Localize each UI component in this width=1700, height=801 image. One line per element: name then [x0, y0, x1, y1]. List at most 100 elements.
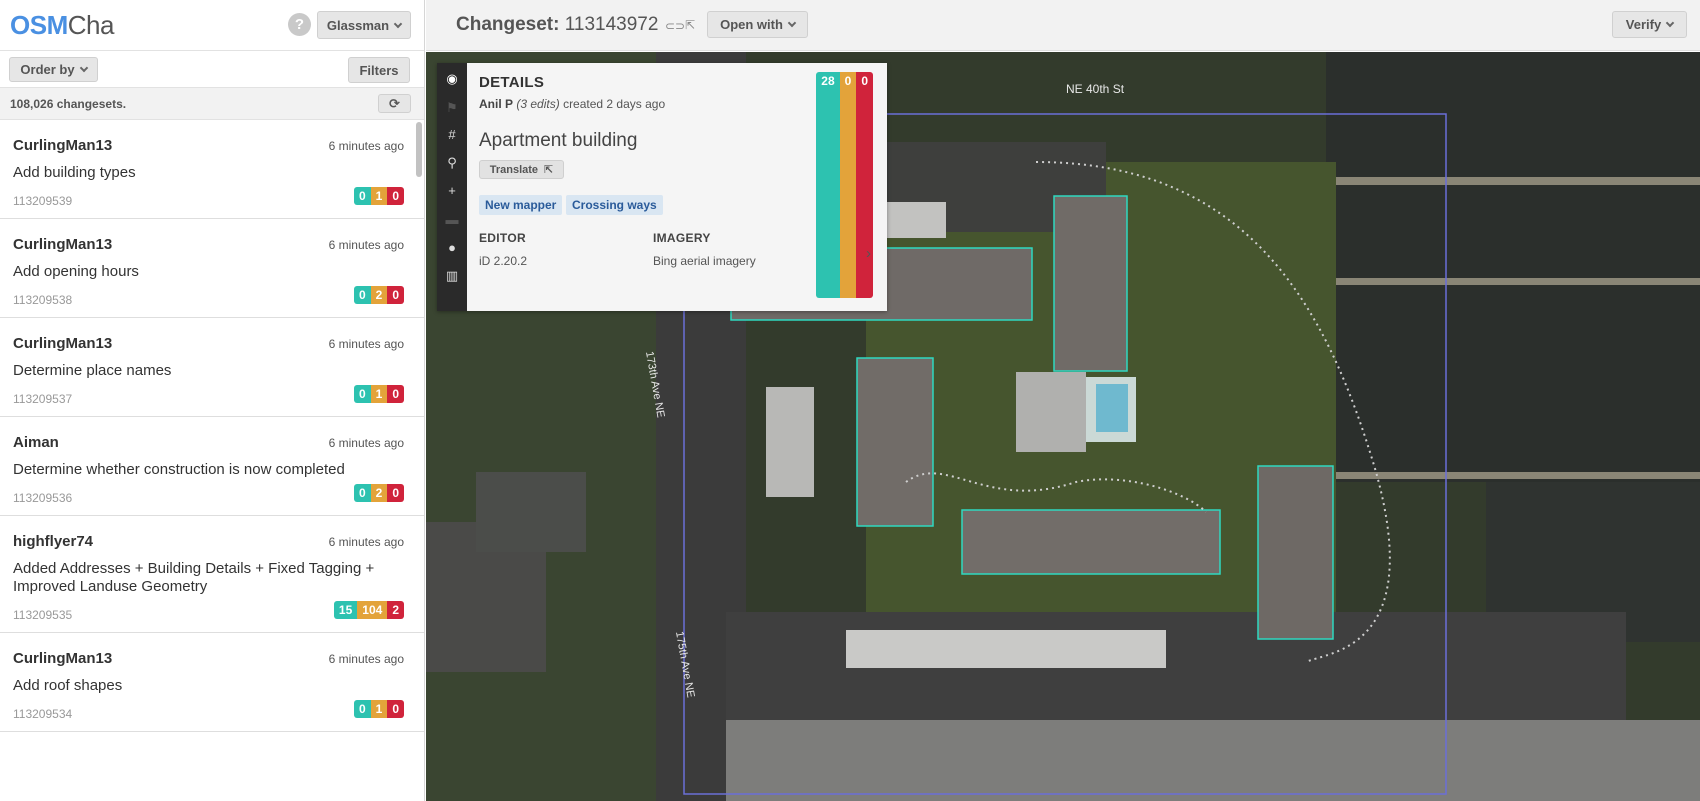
editor-label: EDITOR: [479, 231, 526, 245]
translate-button[interactable]: Translate ⇱: [479, 160, 564, 179]
deleted-count: 0: [387, 385, 404, 403]
changeset-item[interactable]: CurlingMan13 6 minutes ago Determine place…: [0, 318, 424, 417]
modified-count: 104: [357, 601, 388, 619]
page-title: Changeset: 113143972: [456, 14, 658, 36]
user-icon[interactable]: ●: [437, 240, 467, 255]
changeset-time: 6 minutes ago: [328, 436, 404, 450]
changeset-comment: Apartment building: [479, 130, 638, 151]
changeset-badges: 020: [353, 484, 404, 502]
changeset-comment: Added Addresses + Building Details + Fix…: [13, 560, 375, 595]
verify-label: Verify: [1625, 17, 1662, 32]
tennis-court: [476, 472, 586, 552]
changeset-time: 6 minutes ago: [328, 652, 404, 666]
logo-osm: OSM: [10, 9, 68, 40]
tag-new-mapper[interactable]: New mapper: [479, 195, 563, 215]
panel-rail: ◉ ⚑ # ⚲ + ▬ ● ▥: [437, 63, 467, 311]
imagery-label: IMAGERY: [653, 231, 711, 245]
eye-icon[interactable]: ◉: [437, 71, 467, 87]
changeset-id: 113209537: [13, 392, 73, 406]
deleted-count: 0: [387, 187, 404, 205]
sidebar: OSMCha ? Glassman Order by Filters 108,0…: [0, 0, 425, 801]
changeset-item[interactable]: highflyer74 6 minutes ago Added Addresses …: [0, 516, 424, 633]
changeset-comment: Add roof shapes: [13, 677, 123, 694]
share-icon[interactable]: ⚲: [437, 155, 467, 171]
roof: [766, 387, 814, 497]
deleted-count: 0: [387, 286, 404, 304]
hash-icon[interactable]: #: [437, 127, 467, 142]
panel-body: DETAILS 28 0 0 Anil P (3 edits) created …: [467, 63, 887, 311]
modified-count: 1: [370, 385, 388, 403]
filter-bar: Order by Filters: [0, 51, 424, 88]
changeset-comment: Add building types: [13, 164, 136, 181]
plus-icon[interactable]: +: [437, 183, 467, 198]
refresh-icon[interactable]: ⟳: [378, 94, 411, 113]
changeset-time: 6 minutes ago: [328, 535, 404, 549]
modified-count: 0: [839, 72, 857, 298]
created-count: 15: [333, 601, 358, 619]
modified-count: 2: [370, 286, 388, 304]
changeset-badges: 020: [353, 286, 404, 304]
changeset-badges: 010: [353, 700, 404, 718]
changeset-id: 113209536: [13, 491, 73, 505]
order-by-label: Order by: [20, 62, 75, 77]
deleted-count: 0: [856, 72, 873, 298]
changeset-header: Changeset: 113143972 ⊂⊃ ⇱ Open with Veri…: [426, 0, 1700, 51]
chevron-down-icon: [787, 18, 797, 28]
flag-icon[interactable]: ⚑: [437, 100, 467, 116]
chevron-down-icon: [1665, 18, 1675, 28]
lake: [1326, 52, 1700, 482]
roof: [1016, 372, 1086, 452]
order-by-button[interactable]: Order by: [9, 57, 98, 82]
street-label: NE 40th St: [1066, 82, 1125, 96]
created-count: 0: [353, 385, 371, 403]
deleted-count: 0: [387, 700, 404, 718]
changeset-time: 6 minutes ago: [328, 139, 404, 153]
modified-count: 2: [370, 484, 388, 502]
changeset-list: CurlingMan13 6 minutes ago Add building ty…: [0, 120, 424, 801]
changeset-item[interactable]: CurlingMan13 6 minutes ago Add opening hou…: [0, 219, 424, 318]
apartment-roof: [1054, 196, 1127, 371]
chevron-down-icon: [393, 19, 403, 28]
external-link-icon[interactable]: ⇱: [685, 18, 695, 32]
deleted-count: 2: [387, 601, 404, 619]
changeset-badges: 010: [353, 385, 404, 403]
details-panel: ◉ ⚑ # ⚲ + ▬ ● ▥ DETAILS 28 0 0 Anil P (3…: [437, 63, 887, 311]
changeset-comment: Add opening hours: [13, 263, 139, 280]
logo[interactable]: OSMCha: [10, 10, 114, 41]
author-link[interactable]: Anil P: [479, 97, 513, 111]
pier: [1306, 177, 1700, 185]
changeset-id: 113209534: [13, 707, 73, 721]
count-bar: 108,026 changesets. ⟳: [0, 88, 424, 120]
comment-icon[interactable]: ▬: [437, 212, 467, 227]
link-icon[interactable]: ⊂⊃: [665, 19, 685, 33]
changeset-item[interactable]: Aiman 6 minutes ago Determine whether cons…: [0, 417, 424, 516]
author-edits: (3 edits): [516, 97, 560, 111]
changeset-item[interactable]: CurlingMan13 6 minutes ago Add building ty…: [0, 120, 424, 219]
changeset-badges: 15 104 2: [333, 601, 404, 619]
changeset-comment: Determine place names: [13, 362, 172, 379]
apartment-roof: [962, 510, 1220, 574]
editor-value: iD 2.20.2: [479, 254, 528, 268]
pier: [1326, 472, 1700, 479]
changeset-count: 108,026 changesets.: [10, 97, 127, 111]
filters-button[interactable]: Filters: [348, 57, 410, 83]
title-number: 113143972: [564, 14, 659, 35]
chevron-right-icon[interactable]: ›: [866, 245, 871, 262]
map-icon[interactable]: ▥: [437, 268, 467, 284]
changeset-badges: 010: [353, 187, 404, 205]
help-icon[interactable]: ?: [288, 13, 311, 36]
created-count: 0: [353, 484, 371, 502]
changeset-id: 113209538: [13, 293, 73, 307]
changeset-item[interactable]: CurlingMan13 6 minutes ago Add roof shapes…: [0, 633, 424, 732]
verify-button[interactable]: Verify: [1612, 11, 1687, 38]
tag-crossing-ways[interactable]: Crossing ways: [566, 195, 663, 215]
pier: [1306, 278, 1700, 285]
apartment-roof: [1258, 466, 1333, 639]
created-count: 0: [353, 286, 371, 304]
user-menu-button[interactable]: Glassman: [317, 11, 411, 39]
apartment-roof: [857, 358, 933, 526]
created-count: 0: [353, 187, 371, 205]
scrollbar[interactable]: [416, 122, 422, 177]
open-with-button[interactable]: Open with: [707, 11, 808, 38]
translate-label: Translate: [489, 163, 539, 176]
